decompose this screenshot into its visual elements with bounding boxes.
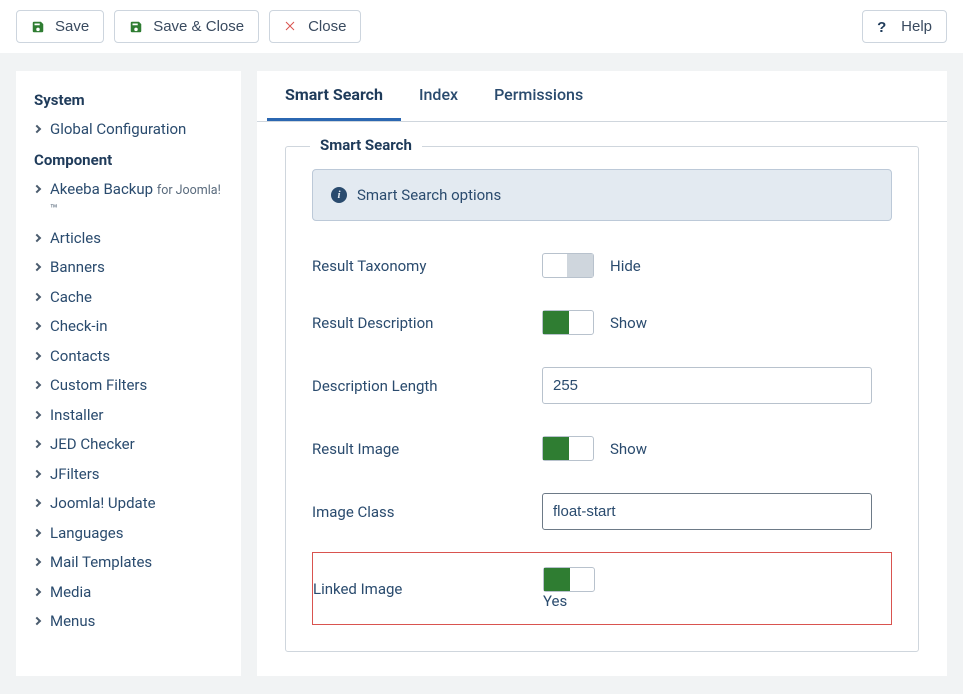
chevron-right-icon [33, 292, 41, 300]
help-button[interactable]: ? Help [862, 10, 947, 43]
sidebar-item-label: JFilters [50, 465, 100, 485]
sidebar-item-label: Banners [50, 258, 105, 278]
toggle-state-text: Show [610, 314, 647, 332]
chevron-right-icon [33, 322, 41, 330]
main-panel: Smart Search Index Permissions Smart Sea… [257, 71, 947, 676]
close-label: Close [308, 18, 346, 35]
sidebar-item-label: Cache [50, 288, 92, 308]
row-image-class: Image Class [312, 493, 892, 530]
toolbar: Save Save & Close Close ? Help [0, 0, 963, 53]
chevron-right-icon [33, 469, 41, 477]
sidebar-item-media[interactable]: Media [34, 578, 223, 608]
toggle-state-text: Show [610, 440, 647, 458]
chevron-right-icon [33, 125, 41, 133]
sidebar-item-label: Joomla! Update [50, 494, 156, 514]
help-label: Help [901, 18, 932, 35]
field-label: Result Image [312, 440, 542, 458]
result-image-toggle[interactable] [542, 436, 594, 461]
sidebar-item-akeeba[interactable]: Akeeba Backup for Joomla!™ [34, 175, 223, 224]
sidebar-item-label: Custom Filters [50, 376, 147, 396]
close-icon [284, 20, 298, 34]
sidebar-group-component: Component [34, 151, 223, 169]
row-result-taxonomy: Result Taxonomy Hide [312, 253, 892, 278]
field-label: Result Description [312, 314, 542, 332]
sidebar-item-label: Installer [50, 406, 104, 426]
save-close-label: Save & Close [153, 18, 244, 35]
sidebar-item-label: Contacts [50, 347, 110, 367]
chevron-right-icon [33, 351, 41, 359]
chevron-right-icon [33, 263, 41, 271]
save-icon [129, 20, 143, 34]
chevron-right-icon [33, 587, 41, 595]
sidebar-item-cache[interactable]: Cache [34, 283, 223, 313]
row-linked-image-highlighted: Linked Image Yes [312, 552, 892, 625]
image-class-input[interactable] [542, 493, 872, 530]
chevron-right-icon [33, 558, 41, 566]
sidebar-item-joomla-update[interactable]: Joomla! Update [34, 489, 223, 519]
chevron-right-icon [33, 617, 41, 625]
sidebar-item-mail-templates[interactable]: Mail Templates [34, 548, 223, 578]
info-icon: i [331, 187, 347, 203]
sidebar-item-label: Mail Templates [50, 553, 152, 573]
save-button[interactable]: Save [16, 10, 104, 43]
save-close-button[interactable]: Save & Close [114, 10, 259, 43]
sidebar-item-jfilters[interactable]: JFilters [34, 460, 223, 490]
smart-search-fieldset: Smart Search i Smart Search options Resu… [285, 146, 919, 652]
field-label: Linked Image [313, 580, 543, 598]
sidebar: System Global Configuration Component Ak… [16, 71, 241, 676]
field-label: Description Length [312, 377, 542, 395]
chevron-right-icon [33, 440, 41, 448]
fieldset-legend: Smart Search [310, 136, 422, 154]
sidebar-item-global-config[interactable]: Global Configuration [34, 115, 223, 145]
tab-permissions[interactable]: Permissions [476, 71, 601, 121]
sidebar-group-system: System [34, 91, 223, 109]
toggle-state-text: Hide [610, 257, 641, 275]
sidebar-item-installer[interactable]: Installer [34, 401, 223, 431]
tabs: Smart Search Index Permissions [257, 71, 947, 122]
chevron-right-icon [33, 381, 41, 389]
sidebar-item-label: Media [50, 583, 91, 603]
row-description-length: Description Length [312, 367, 892, 404]
sidebar-item-label: Check-in [50, 317, 108, 337]
sidebar-item-label: JED Checker [50, 435, 135, 455]
tab-smart-search[interactable]: Smart Search [267, 71, 401, 121]
sidebar-item-banners[interactable]: Banners [34, 253, 223, 283]
sidebar-item-custom-filters[interactable]: Custom Filters [34, 371, 223, 401]
result-taxonomy-toggle[interactable] [542, 253, 594, 278]
chevron-right-icon [33, 410, 41, 418]
sidebar-item-label: Menus [50, 612, 95, 632]
chevron-right-icon [33, 184, 41, 192]
sidebar-item-jed-checker[interactable]: JED Checker [34, 430, 223, 460]
sidebar-item-label: Akeeba Backup [50, 180, 153, 198]
field-label: Result Taxonomy [312, 257, 542, 275]
close-button[interactable]: Close [269, 10, 361, 43]
chevron-right-icon [33, 528, 41, 536]
save-label: Save [55, 18, 89, 35]
help-icon: ? [877, 20, 891, 34]
sidebar-item-articles[interactable]: Articles [34, 224, 223, 254]
chevron-right-icon [33, 499, 41, 507]
toggle-state-text: Yes [543, 592, 567, 610]
field-label: Image Class [312, 503, 542, 521]
save-icon [31, 20, 45, 34]
sidebar-item-contacts[interactable]: Contacts [34, 342, 223, 372]
sidebar-item-checkin[interactable]: Check-in [34, 312, 223, 342]
linked-image-toggle[interactable] [543, 567, 595, 592]
chevron-right-icon [33, 233, 41, 241]
notice-text: Smart Search options [357, 186, 501, 204]
description-length-input[interactable] [542, 367, 872, 404]
sidebar-item-label: Global Configuration [50, 120, 186, 140]
row-result-description: Result Description Show [312, 310, 892, 335]
result-description-toggle[interactable] [542, 310, 594, 335]
options-notice: i Smart Search options [312, 169, 892, 221]
sidebar-item-menus[interactable]: Menus [34, 607, 223, 637]
sidebar-item-languages[interactable]: Languages [34, 519, 223, 549]
sidebar-item-label: Languages [50, 524, 124, 544]
sidebar-item-label: Articles [50, 229, 101, 249]
row-result-image: Result Image Show [312, 436, 892, 461]
tab-index[interactable]: Index [401, 71, 476, 121]
